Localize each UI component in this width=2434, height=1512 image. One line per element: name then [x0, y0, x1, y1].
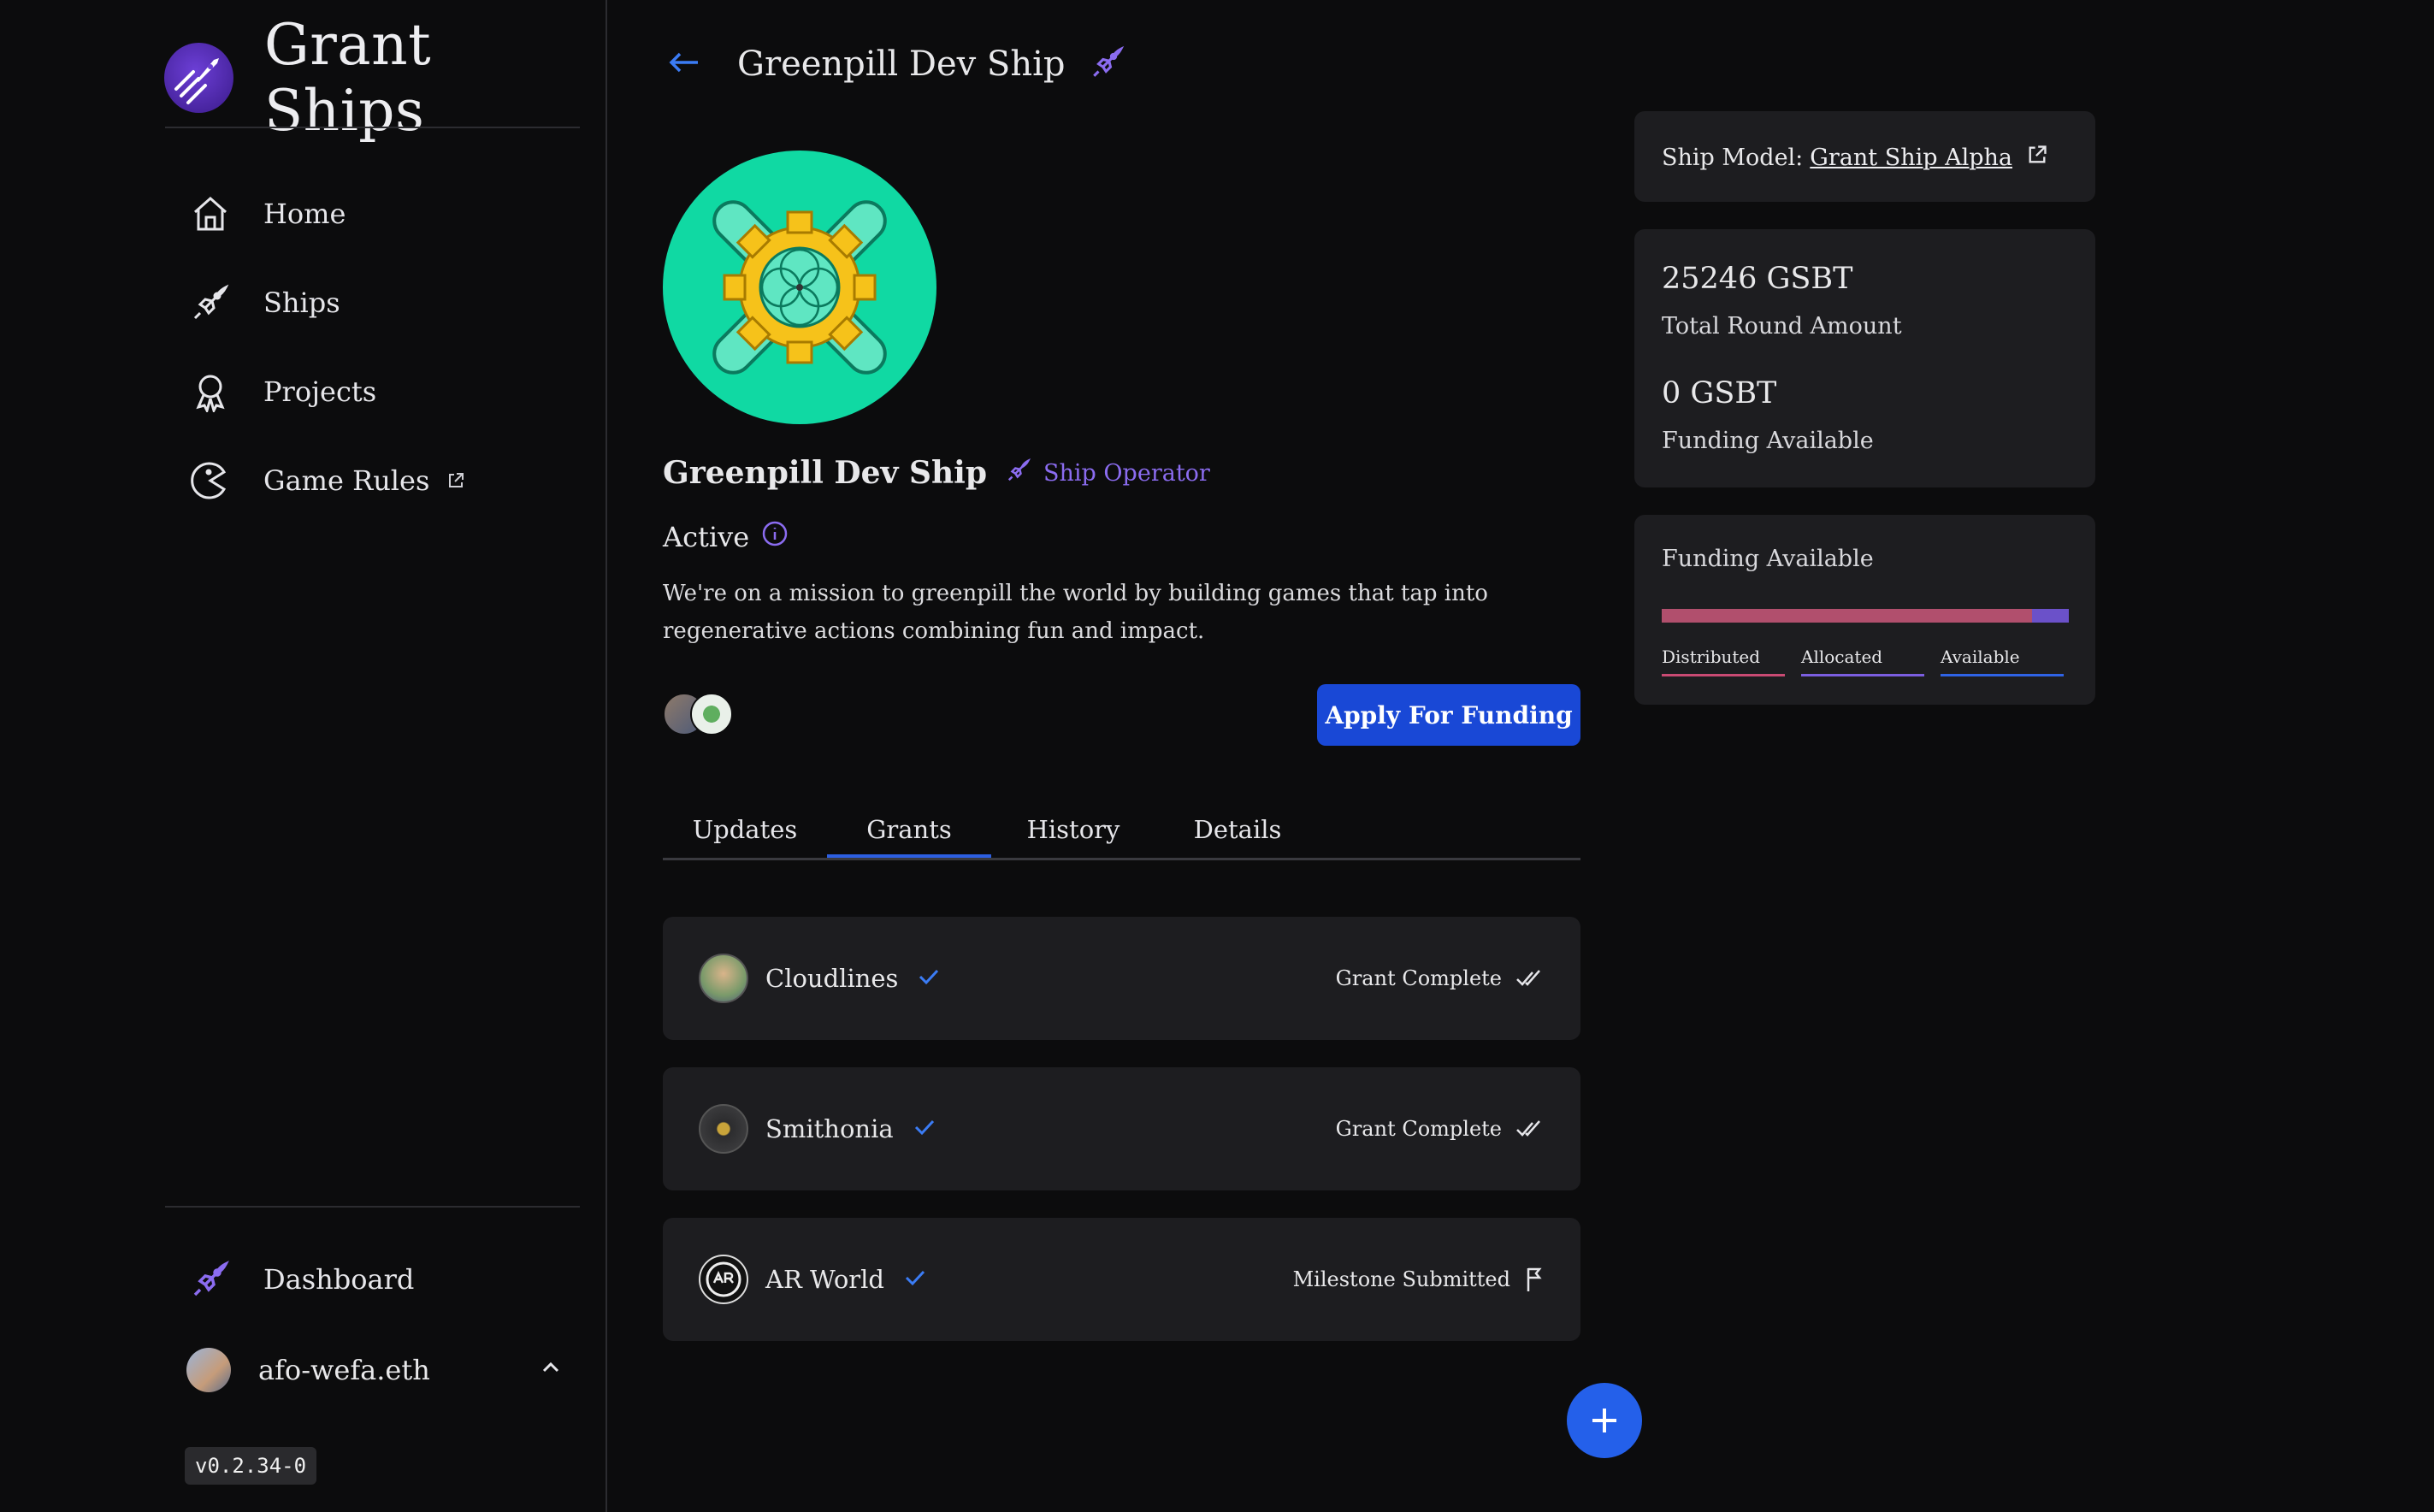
status-text: Active: [663, 521, 750, 553]
grant-name: AR World: [765, 1265, 884, 1294]
verified-check-icon: [913, 1115, 936, 1143]
grant-card-cloudlines[interactable]: Cloudlines Grant Complete: [663, 917, 1580, 1040]
sidebar-item-label: Dashboard: [263, 1263, 415, 1296]
sidebar-divider: [165, 127, 580, 128]
funding-available-label: Funding Available: [1662, 428, 1874, 454]
tab-history[interactable]: History: [991, 802, 1155, 858]
sidebar-item-ships[interactable]: Ships: [188, 277, 340, 328]
legend-allocated: Allocated: [1801, 647, 1924, 676]
external-link-icon[interactable]: [2026, 144, 2048, 172]
sidebar-item-label: Projects: [263, 375, 377, 408]
user-name: afo-wefa.eth: [258, 1354, 430, 1386]
grant-status: Milestone Submitted: [1293, 1266, 1545, 1293]
back-arrow-icon[interactable]: [667, 50, 701, 79]
sidebar-item-label: Game Rules: [263, 464, 430, 497]
sidebar-item-home[interactable]: Home: [188, 188, 346, 239]
add-button[interactable]: [1567, 1383, 1642, 1458]
rocket-icon: [1006, 458, 1043, 489]
award-icon: [188, 369, 233, 414]
apply-for-funding-button[interactable]: Apply For Funding: [1317, 684, 1580, 746]
verified-check-icon: [917, 965, 941, 992]
tab-updates[interactable]: Updates: [663, 802, 827, 858]
ship-name: Greenpill Dev Ship: [663, 455, 988, 491]
ship-description: We're on a mission to greenpill the worl…: [663, 581, 1488, 644]
external-link-icon: [446, 464, 465, 497]
tab-bar: Updates Grants History Details: [663, 802, 1580, 860]
sidebar-divider: [165, 1206, 580, 1208]
sidebar-item-label: Home: [263, 198, 346, 230]
funding-breakdown-title: Funding Available: [1662, 546, 1874, 572]
ship-status: Active: [663, 520, 789, 554]
grant-name: Smithonia: [765, 1114, 894, 1143]
total-round-label: Total Round Amount: [1662, 313, 1902, 340]
ship-name-row: Greenpill Dev Ship Ship Operator: [663, 455, 1210, 491]
rocket-icon: [188, 281, 233, 325]
user-menu[interactable]: afo-wefa.eth: [186, 1344, 563, 1396]
ship-logo: [663, 151, 936, 424]
home-icon: [188, 192, 233, 236]
sidebar-item-game-rules[interactable]: Game Rules: [188, 455, 465, 506]
ship-model-link[interactable]: Grant Ship Alpha: [1810, 145, 2012, 171]
tab-grants[interactable]: Grants: [827, 802, 991, 858]
grant-card-smithonia[interactable]: Smithonia Grant Complete: [663, 1067, 1580, 1190]
sidebar-item-label: Ships: [263, 286, 340, 319]
game-icon: [188, 458, 233, 503]
page-title: Greenpill Dev Ship: [737, 44, 1066, 84]
legend-available: Available: [1941, 647, 2064, 676]
double-check-icon: [1516, 1120, 1540, 1137]
tab-details[interactable]: Details: [1155, 802, 1320, 858]
avatar: [699, 1104, 748, 1154]
funding-stats-panel: 25246 GSBT Total Round Amount 0 GSBT Fun…: [1634, 229, 2095, 487]
funding-breakdown-panel: Funding Available Distributed Allocated …: [1634, 515, 2095, 705]
grant-status: Grant Complete: [1336, 1117, 1545, 1141]
brand[interactable]: Grant Ships: [164, 12, 606, 144]
grant-status: Grant Complete: [1336, 966, 1545, 990]
grant-name: Cloudlines: [765, 964, 899, 993]
rocket-icon: [1090, 44, 1125, 84]
funding-progress-bar: [1662, 609, 2069, 623]
grant-card-ar-world[interactable]: AR World Milestone Submitted: [663, 1218, 1580, 1341]
total-round-amount: 25246 GSBT: [1662, 262, 1853, 296]
funding-available-amount: 0 GSBT: [1662, 376, 1777, 410]
info-icon[interactable]: [761, 520, 789, 554]
ship-model-label: Ship Model:: [1662, 145, 1804, 171]
avatar: [699, 1255, 748, 1304]
avatar: [699, 954, 748, 1003]
double-check-icon: [1516, 970, 1540, 986]
plus-icon: [1592, 1409, 1616, 1432]
chevron-up-icon[interactable]: [539, 1354, 563, 1386]
ship-operator-badge: Ship Operator: [1006, 458, 1210, 489]
grant-status-text: Grant Complete: [1335, 1117, 1502, 1141]
version-badge: v0.2.34-0: [185, 1447, 317, 1485]
ship-model-panel: Ship Model: Grant Ship Alpha: [1634, 111, 2095, 202]
distributed-fill: [1662, 609, 2033, 623]
flag-icon: [1527, 1267, 1542, 1291]
sidebar-item-projects[interactable]: Projects: [188, 366, 376, 417]
rocket-icon: [188, 1257, 233, 1302]
legend-distributed: Distributed: [1662, 647, 1785, 676]
app-title: Grant Ships: [263, 12, 432, 144]
page-header: Greenpill Dev Ship: [667, 44, 1125, 84]
grant-ships-logo-icon: [164, 43, 233, 113]
operator-label: Ship Operator: [1043, 459, 1210, 487]
grant-status-text: Grant Complete: [1335, 966, 1502, 990]
sidebar: Grant Ships Home Ships Projects Game Rul…: [0, 0, 607, 1512]
avatar: [186, 1348, 231, 1392]
sidebar-item-dashboard[interactable]: Dashboard: [188, 1254, 414, 1305]
verified-check-icon: [903, 1266, 927, 1293]
avatar[interactable]: [690, 693, 733, 735]
crew-avatars: [663, 693, 733, 735]
grant-status-text: Milestone Submitted: [1292, 1267, 1510, 1291]
